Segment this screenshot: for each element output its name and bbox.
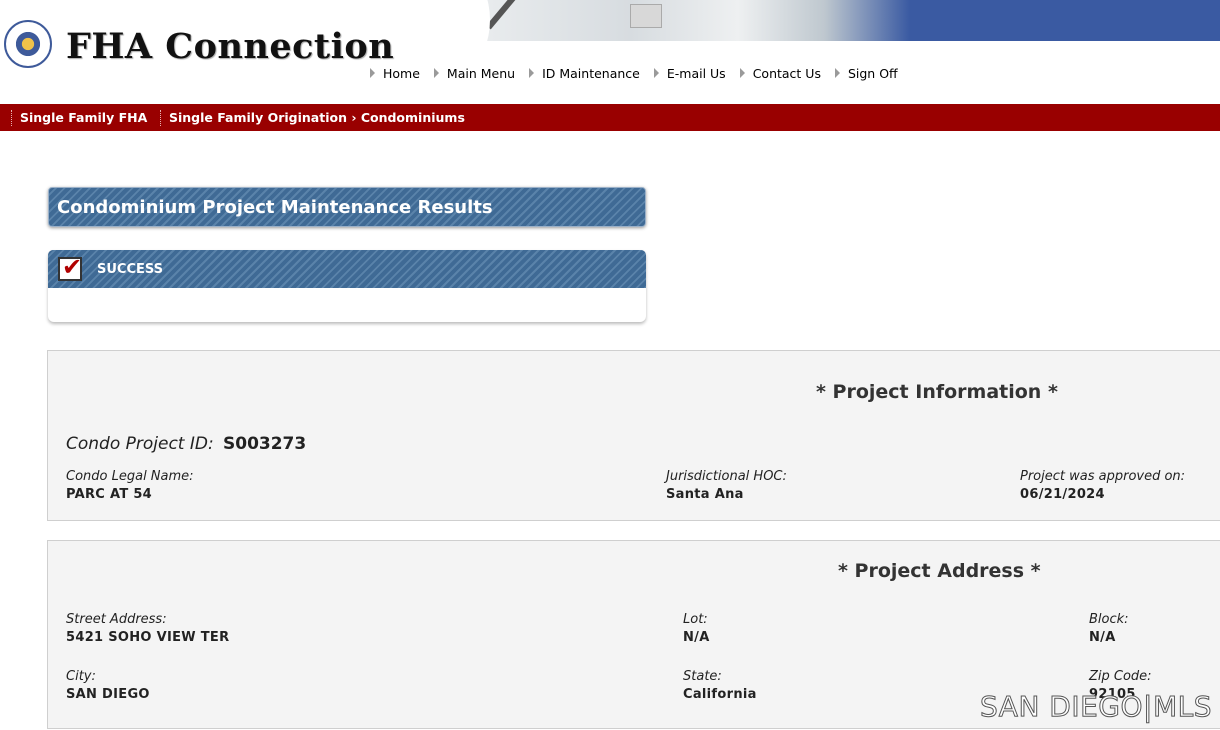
approved-date-label: Project was approved on: <box>1020 469 1186 484</box>
city-value: SAN DIEGO <box>66 687 150 702</box>
breadcrumb: Single Family FHA Single Family Originat… <box>0 104 1220 131</box>
page-title: Condominium Project Maintenance Results <box>57 197 493 218</box>
block-label: Block: <box>1089 612 1129 627</box>
block-value: N/A <box>1089 630 1116 645</box>
logo-text: FHA Connection <box>66 26 395 67</box>
condo-project-id-label: Condo Project ID: <box>66 434 214 454</box>
lot-label: Lot: <box>683 612 708 627</box>
project-address-heading: * Project Address * <box>838 560 1041 582</box>
banner-house-image <box>480 0 910 41</box>
mls-watermark: SAN DIEGO|MLS <box>979 690 1213 724</box>
window-shape <box>630 4 662 28</box>
checkmark-icon: ✔ <box>62 253 83 281</box>
nav-id-maintenance[interactable]: ID Maintenance <box>529 66 640 81</box>
project-information-section: * Project Information * Condo Project ID… <box>47 350 1220 521</box>
status-label: SUCCESS <box>97 262 164 277</box>
header-banner: FHA Connection Home Main Menu ID Mainten… <box>0 0 1220 103</box>
arrow-right-icon <box>834 68 840 78</box>
project-information-heading: * Project Information * <box>816 381 1058 403</box>
condo-legal-name-value: PARC AT 54 <box>66 487 153 502</box>
success-header: ✔ SUCCESS <box>48 250 646 288</box>
breadcrumb-separator <box>11 110 13 126</box>
top-nav: Home Main Menu ID Maintenance E-mail Us … <box>370 64 912 82</box>
breadcrumb-separator <box>160 110 162 126</box>
nav-sign-off[interactable]: Sign Off <box>834 66 898 81</box>
arrow-right-icon <box>529 68 535 78</box>
breadcrumb-section-link[interactable]: Single Family FHA <box>20 110 147 125</box>
arrow-right-icon <box>739 68 745 78</box>
street-address-value: 5421 SOHO VIEW TER <box>66 630 230 645</box>
nav-main-menu[interactable]: Main Menu <box>433 66 515 81</box>
checkbox-icon: ✔ <box>58 253 82 281</box>
approved-date-value: 06/21/2024 <box>1020 487 1105 502</box>
condo-legal-name-label: Condo Legal Name: <box>66 469 194 484</box>
lot-value: N/A <box>683 630 710 645</box>
state-label: State: <box>683 669 722 684</box>
page-title-panel: Condominium Project Maintenance Results <box>48 187 646 227</box>
jurisdictional-hoc-label: Jurisdictional HOC: <box>666 469 787 484</box>
state-value: California <box>683 687 757 702</box>
arrow-right-icon <box>653 68 659 78</box>
success-panel: ✔ SUCCESS <box>48 250 646 322</box>
condo-project-id-value: S003273 <box>223 434 307 454</box>
zip-code-label: Zip Code: <box>1089 669 1152 684</box>
nav-email-us[interactable]: E-mail Us <box>653 66 726 81</box>
breadcrumb-path-link[interactable]: Single Family Origination › Condominiums <box>169 110 465 125</box>
arrow-right-icon <box>433 68 439 78</box>
nav-home[interactable]: Home <box>370 66 420 81</box>
jurisdictional-hoc-value: Santa Ana <box>666 487 744 502</box>
hud-seal-icon <box>4 20 52 68</box>
city-label: City: <box>66 669 96 684</box>
nav-contact-us[interactable]: Contact Us <box>739 66 821 81</box>
arrow-right-icon <box>370 68 375 78</box>
street-address-label: Street Address: <box>66 612 167 627</box>
